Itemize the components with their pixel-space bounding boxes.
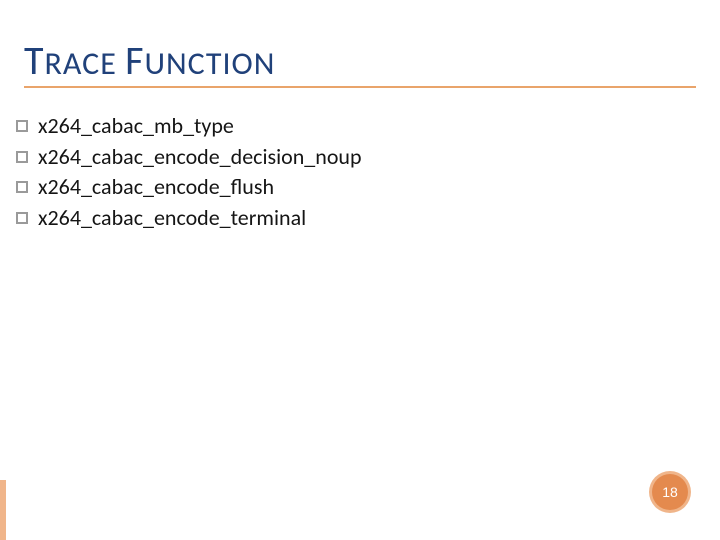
- title-cap-1: T: [24, 36, 45, 85]
- title-rest-2: UNCTION: [144, 44, 275, 83]
- title-rest-1: RACE: [45, 44, 117, 83]
- bullet-icon: [16, 120, 28, 132]
- slide: TRACE FUNCTION x264_cabac_mb_type x264_c…: [0, 0, 720, 540]
- page-number: 18: [662, 484, 678, 500]
- list-item-label: x264_cabac_encode_terminal: [38, 204, 306, 233]
- content-list: x264_cabac_mb_type x264_cabac_encode_dec…: [16, 112, 656, 234]
- title-underline: [24, 86, 696, 88]
- list-item-label: x264_cabac_encode_decision_noup: [38, 143, 362, 172]
- page-number-badge: 18: [652, 474, 688, 510]
- list-item: x264_cabac_encode_decision_noup: [16, 143, 656, 172]
- bullet-icon: [16, 212, 28, 224]
- list-item-label: x264_cabac_mb_type: [38, 112, 234, 141]
- left-accent-bar: [0, 480, 6, 540]
- bullet-icon: [16, 181, 28, 193]
- page-title: TRACE FUNCTION: [24, 36, 275, 85]
- list-item: x264_cabac_encode_flush: [16, 173, 656, 202]
- bullet-icon: [16, 151, 28, 163]
- list-item: x264_cabac_mb_type: [16, 112, 656, 141]
- list-item-label: x264_cabac_encode_flush: [38, 173, 274, 202]
- title-cap-2: F: [125, 36, 144, 85]
- list-item: x264_cabac_encode_terminal: [16, 204, 656, 233]
